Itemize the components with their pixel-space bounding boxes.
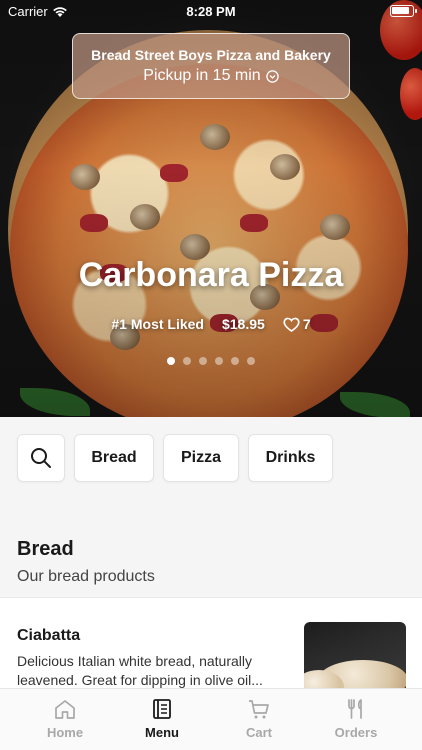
tab-orders[interactable]: Orders (308, 697, 404, 740)
status-bar: Carrier 8:28 PM (0, 0, 422, 22)
chevron-down-circle-icon (265, 69, 279, 83)
category-chip-pizza[interactable]: Pizza (163, 434, 239, 482)
search-icon (31, 448, 51, 468)
carousel-dot[interactable] (199, 357, 207, 365)
menu-item-name: Ciabatta (17, 627, 81, 644)
menu-section-header: Bread Our bread products (0, 499, 422, 597)
search-button[interactable] (17, 434, 65, 482)
menu-book-icon (153, 699, 171, 719)
carousel-dot[interactable] (247, 357, 255, 365)
like-count: 7 (302, 316, 311, 332)
featured-price: $18.95 (221, 316, 265, 332)
menu-item-image (304, 622, 406, 693)
battery-icon (390, 5, 417, 17)
tab-label: Orders (334, 725, 378, 740)
featured-dish-title: Carbonara Pizza (78, 256, 344, 294)
bottom-tab-bar: Home Menu Cart Orders (0, 688, 422, 750)
carousel-dot[interactable] (215, 357, 223, 365)
tab-home[interactable]: Home (17, 697, 113, 740)
category-chip-drinks[interactable]: Drinks (248, 434, 333, 482)
popularity-badge: #1 Most Liked (111, 316, 204, 332)
pickup-label: Pickup in 15 min (143, 67, 261, 84)
menu-item-card[interactable]: Ciabatta Delicious Italian white bread, … (0, 597, 422, 693)
hero-banner[interactable]: Carrier 8:28 PM Bread Street Boys Pizza … (0, 0, 422, 417)
restaurant-pickup-card[interactable]: Bread Street Boys Pizza and Bakery Picku… (72, 33, 350, 99)
pickup-time-selector[interactable]: Pickup in 15 min (73, 67, 349, 85)
category-bar: Bread Pizza Drinks (0, 417, 422, 499)
carousel-dot[interactable] (231, 357, 239, 365)
fork-knife-icon (348, 699, 362, 719)
tab-cart[interactable]: Cart (211, 697, 307, 740)
category-chip-bread[interactable]: Bread (74, 434, 154, 482)
tab-menu[interactable]: Menu (114, 697, 210, 740)
featured-dish-meta: #1 Most Liked $18.95 7 (0, 316, 422, 332)
restaurant-name: Bread Street Boys Pizza and Bakery (91, 47, 331, 63)
menu-item-description: Delicious Italian white bread, naturally… (17, 653, 263, 688)
heart-icon (283, 317, 300, 332)
tab-label: Cart (245, 725, 272, 740)
section-subtitle: Our bread products (17, 568, 155, 585)
cart-icon (249, 700, 269, 719)
clock: 8:28 PM (186, 4, 236, 19)
carousel-dot[interactable] (167, 357, 175, 365)
carousel-page-indicator[interactable] (0, 357, 422, 365)
home-icon (55, 700, 75, 719)
tab-label: Home (46, 725, 84, 740)
carousel-dot[interactable] (183, 357, 191, 365)
tab-label: Menu (145, 725, 179, 740)
section-title: Bread (17, 538, 74, 560)
like-counter[interactable]: 7 (283, 316, 311, 332)
